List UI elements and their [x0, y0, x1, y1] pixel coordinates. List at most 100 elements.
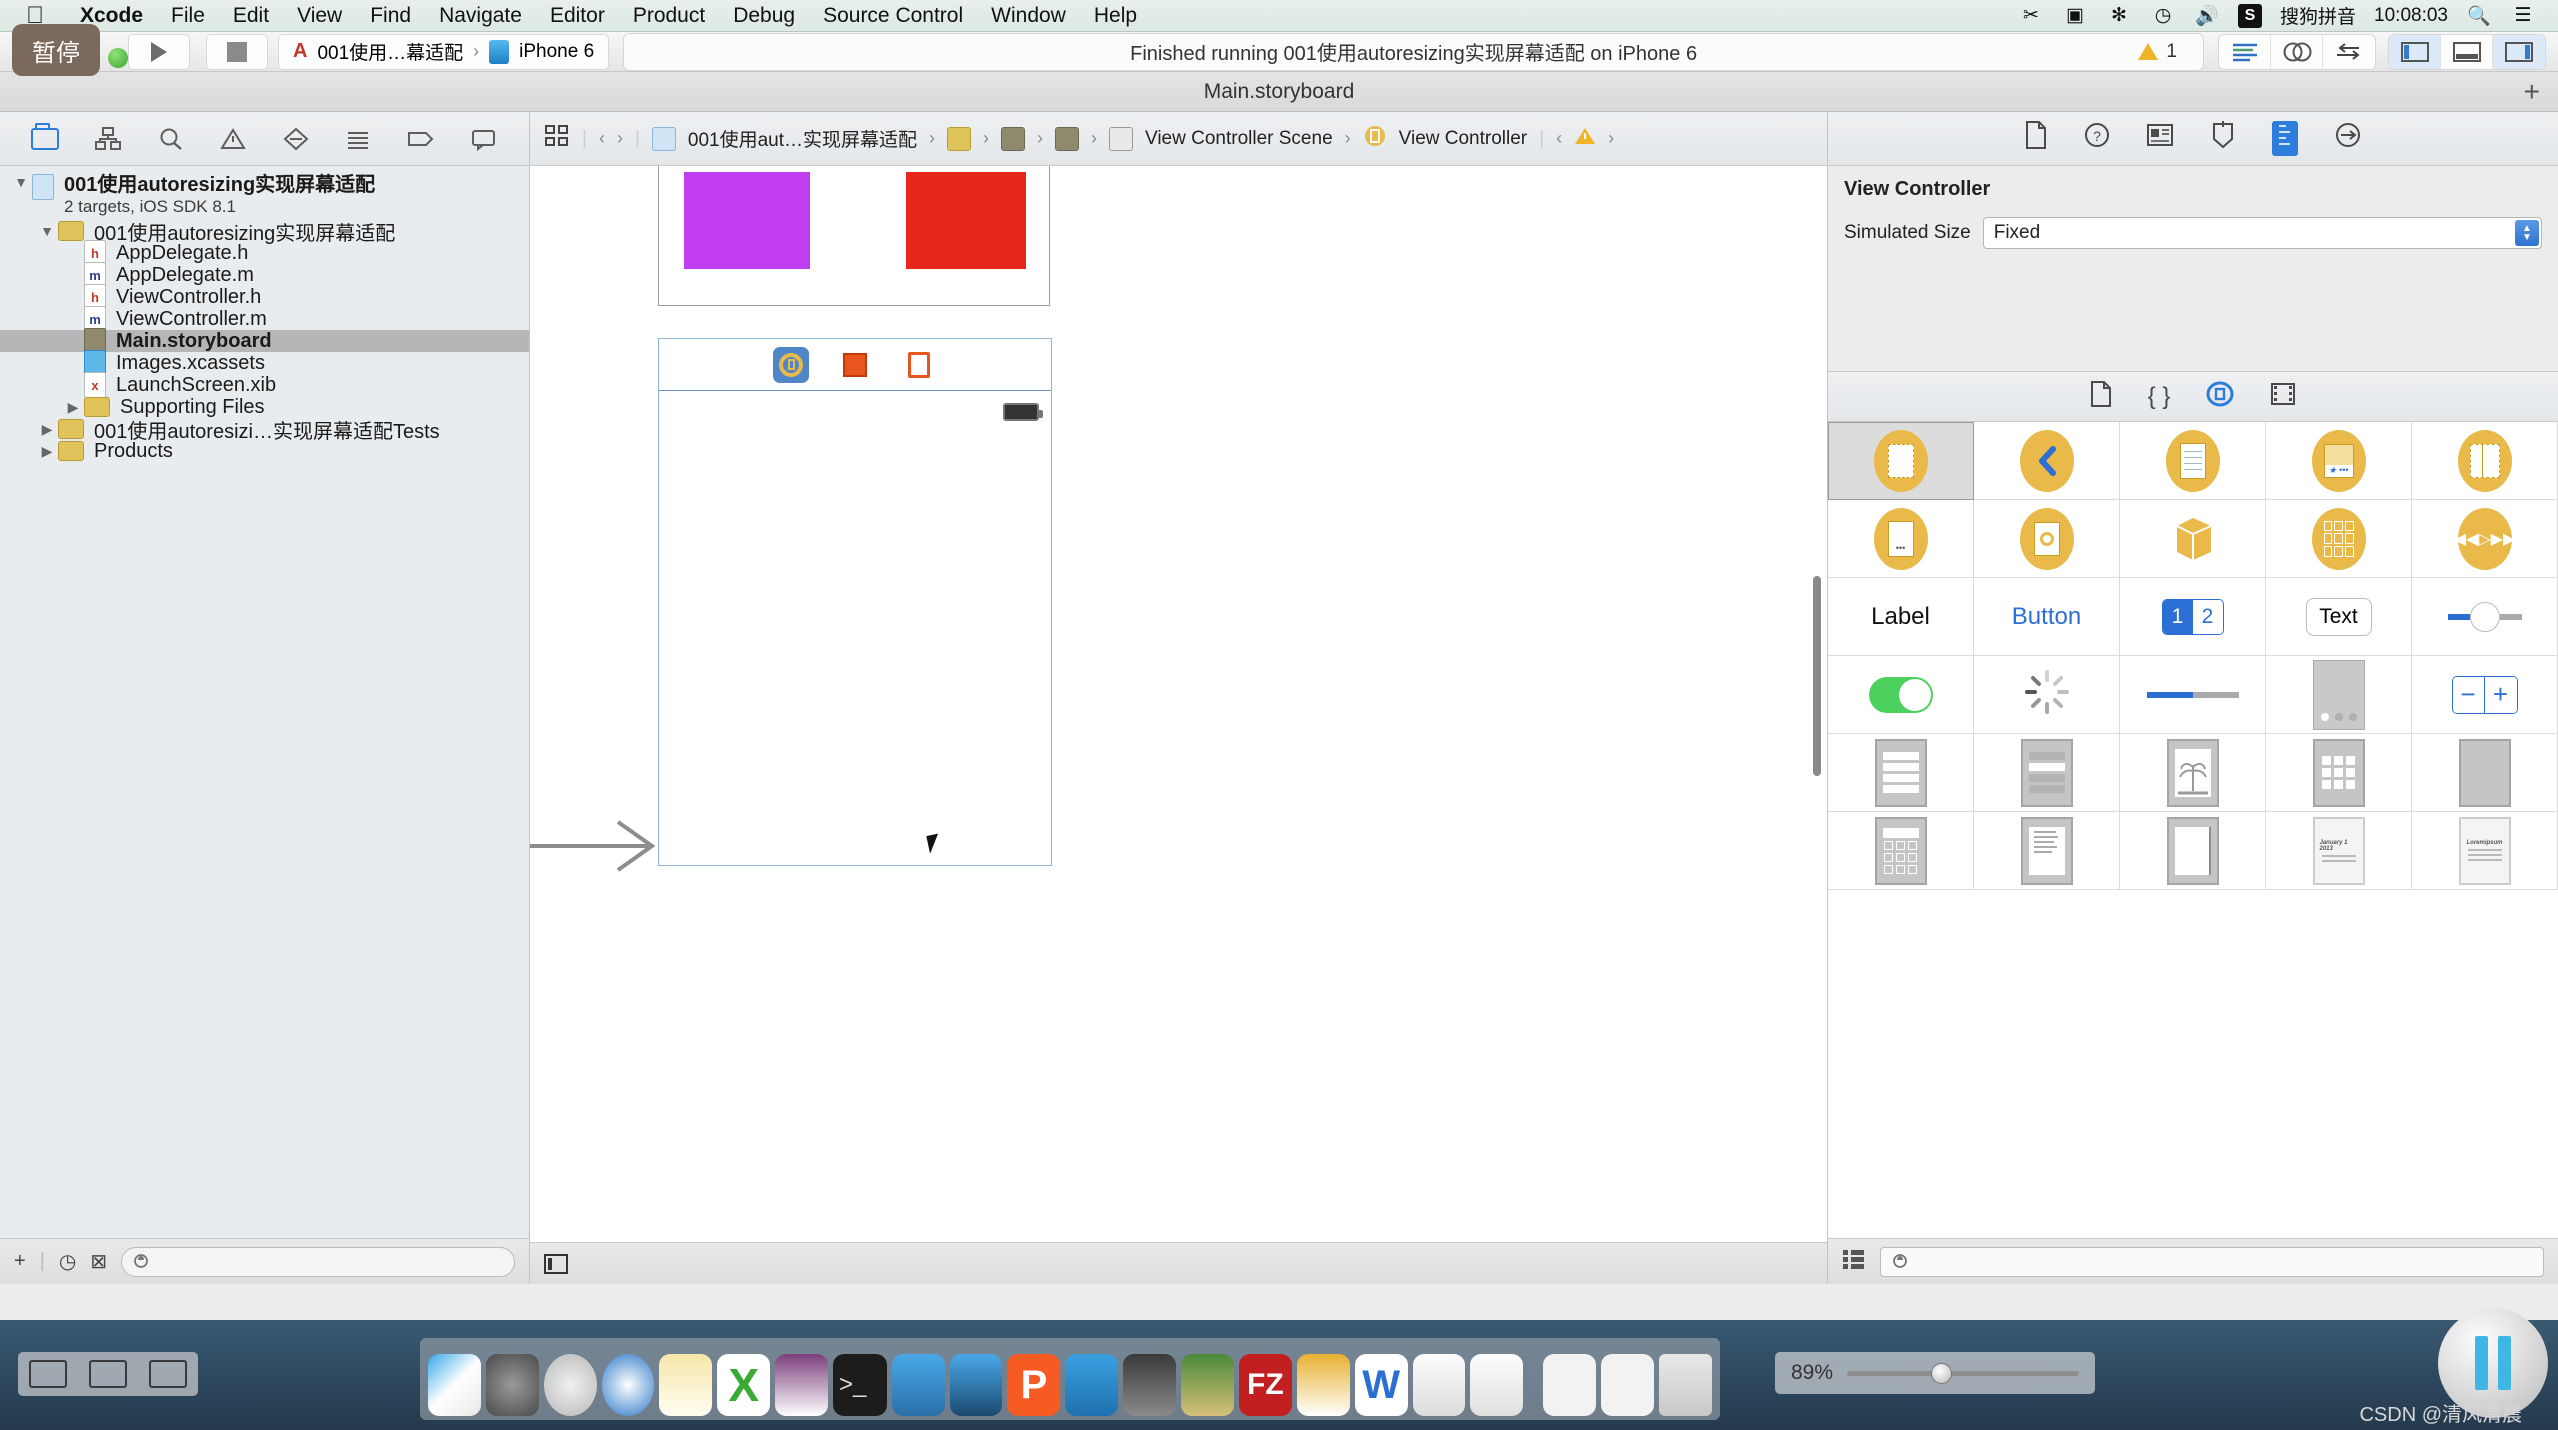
- crumb-scene-label[interactable]: View Controller Scene: [1145, 128, 1333, 150]
- active-tab-title[interactable]: Main.storyboard: [1204, 80, 1355, 104]
- stop-button[interactable]: [206, 33, 268, 70]
- screen-recording-icon[interactable]: ▣: [2062, 4, 2088, 27]
- symbol-navigator-tab[interactable]: [86, 120, 130, 158]
- dock-item-downloads[interactable]: [1543, 1354, 1597, 1416]
- library-item-text-field[interactable]: Text: [2266, 578, 2412, 656]
- jumpbar-warning-icon[interactable]: [1574, 126, 1596, 152]
- identity-inspector-tab[interactable]: [2146, 122, 2174, 155]
- navigator-row-6[interactable]: Main.storyboard: [0, 328, 529, 354]
- assistant-editor-button[interactable]: [2271, 34, 2323, 69]
- library-item-collection-view[interactable]: [2266, 734, 2412, 812]
- library-item-collection-view-controller[interactable]: [2266, 500, 2412, 578]
- menu-item-navigate[interactable]: Navigate: [425, 4, 536, 28]
- library-item-table-view[interactable]: [1828, 734, 1974, 812]
- code-snippet-library-tab[interactable]: { }: [2148, 383, 2171, 411]
- crumb-vc-label[interactable]: View Controller: [1399, 128, 1527, 150]
- red-square-view[interactable]: [906, 172, 1026, 269]
- dock-item-sketchbook[interactable]: [1296, 1354, 1350, 1416]
- disclosure-triangle[interactable]: ▶: [36, 443, 58, 460]
- dock-item-finder[interactable]: [428, 1354, 481, 1416]
- navigator-row-10[interactable]: ▶ 001使用autoresizi…实现屏幕适配Tests: [0, 418, 529, 443]
- scissors-icon[interactable]: ✂: [2018, 4, 2044, 27]
- crumb-file2-icon[interactable]: [1055, 126, 1079, 151]
- disclosure-triangle[interactable]: ▼: [36, 223, 58, 239]
- library-item-image-view[interactable]: [2120, 734, 2266, 812]
- library-item-slider[interactable]: [2412, 578, 2558, 656]
- find-navigator-tab[interactable]: [149, 120, 193, 158]
- dock-item-xcode[interactable]: [891, 1354, 945, 1416]
- debug-navigator-tab[interactable]: [336, 120, 380, 158]
- purple-square-view[interactable]: [684, 172, 810, 269]
- recent-files-filter-icon[interactable]: ◷: [59, 1249, 76, 1274]
- first-responder-icon[interactable]: [837, 347, 873, 383]
- library-item-page-control[interactable]: [2266, 656, 2412, 734]
- disclosure-triangle[interactable]: ▼: [10, 174, 32, 190]
- menu-item-debug[interactable]: Debug: [719, 4, 809, 28]
- dock-item-safari[interactable]: [601, 1354, 655, 1416]
- dock-item-onenote[interactable]: [775, 1354, 829, 1416]
- spaces-switcher[interactable]: [18, 1352, 198, 1396]
- jump-bar-forward-button[interactable]: ›: [617, 128, 623, 149]
- jump-bar-back-button[interactable]: ‹: [599, 128, 605, 149]
- library-item-tab-bar-controller[interactable]: ★ •••: [2266, 422, 2412, 500]
- library-item-object[interactable]: [2120, 500, 2266, 578]
- library-item-text-view[interactable]: [1828, 812, 1974, 890]
- menu-item-file[interactable]: File: [157, 4, 219, 28]
- file-inspector-tab[interactable]: [2024, 121, 2048, 156]
- menu-item-editor[interactable]: Editor: [536, 4, 619, 28]
- dock-item-launchpad[interactable]: [543, 1354, 597, 1416]
- library-item-scroll-view[interactable]: [1974, 812, 2120, 890]
- library-item-collection-reusable-view[interactable]: [2412, 734, 2558, 812]
- navigator-row-5[interactable]: m ViewController.m: [0, 306, 529, 332]
- navigator-row-1[interactable]: ▼ 001使用autoresizing实现屏幕适配: [0, 220, 529, 245]
- menu-item-view[interactable]: View: [283, 4, 356, 28]
- issue-prev-button[interactable]: ‹: [1556, 128, 1562, 149]
- library-item-table-view-controller[interactable]: [2120, 422, 2266, 500]
- library-item-segmented-control[interactable]: 1 2: [2120, 578, 2266, 656]
- library-item-switch[interactable]: [1828, 656, 1974, 734]
- toggle-utilities-button[interactable]: [2493, 34, 2545, 69]
- menu-item-product[interactable]: Product: [619, 4, 719, 28]
- library-item-web-view[interactable]: Loremipsum: [2412, 812, 2558, 890]
- dock-item-textedit[interactable]: [1412, 1354, 1466, 1416]
- library-item-stepper[interactable]: − +: [2412, 656, 2558, 734]
- breakpoint-navigator-tab[interactable]: [399, 120, 443, 158]
- menu-item-help[interactable]: Help: [1080, 4, 1151, 28]
- menu-item-find[interactable]: Find: [356, 4, 425, 28]
- related-items-icon[interactable]: [544, 124, 570, 154]
- scene-bottom-viewcontroller[interactable]: [658, 338, 1052, 866]
- project-navigator-tab[interactable]: [23, 120, 67, 158]
- navigator-row-7[interactable]: Images.xcassets: [0, 350, 529, 376]
- dock-item-recent[interactable]: [1601, 1354, 1655, 1416]
- crumb-folder-icon[interactable]: [947, 126, 971, 151]
- dock-item-imovie[interactable]: [1123, 1354, 1177, 1416]
- dock-item-system-preferences[interactable]: [485, 1354, 539, 1416]
- disclosure-triangle[interactable]: ▶: [62, 399, 84, 416]
- library-item-avkit-player-controller[interactable]: ◀◀▷▶▶: [2412, 500, 2558, 578]
- scheme-selector[interactable]: A 001使用…幕适配 › iPhone 6: [278, 33, 610, 70]
- menu-item-source-control[interactable]: Source Control: [809, 4, 977, 28]
- report-navigator-tab[interactable]: [462, 120, 506, 158]
- connections-inspector-tab[interactable]: [2334, 121, 2362, 156]
- dock-item-filezilla[interactable]: FZ: [1238, 1354, 1292, 1416]
- dock-item-preview[interactable]: [1470, 1354, 1524, 1416]
- object-library-tab[interactable]: [2206, 380, 2234, 414]
- quick-help-inspector-tab[interactable]: ?: [2084, 121, 2110, 156]
- issue-navigator-tab[interactable]: [211, 120, 255, 158]
- library-filter-input[interactable]: [1880, 1246, 2544, 1277]
- warning-badge[interactable]: 1: [2138, 41, 2177, 63]
- simulated-size-select[interactable]: Fixed ▲ ▼: [1982, 217, 2542, 249]
- test-navigator-tab[interactable]: [274, 120, 318, 158]
- mission-control-icon[interactable]: [29, 1360, 67, 1388]
- pause-overlay-button[interactable]: 暂停: [12, 24, 100, 76]
- add-tab-button[interactable]: +: [2524, 76, 2540, 108]
- dock-item-pages[interactable]: P: [1007, 1354, 1061, 1416]
- library-item-progress-view[interactable]: [2120, 656, 2266, 734]
- library-item-page-view-controller[interactable]: •••: [1828, 500, 1974, 578]
- notification-center-icon[interactable]: ☰: [2510, 4, 2536, 27]
- library-item-split-view-controller[interactable]: [2412, 422, 2558, 500]
- library-view-mode-icon[interactable]: [1842, 1248, 1866, 1276]
- dock-item-feather[interactable]: [1181, 1354, 1234, 1416]
- unsaved-files-filter-icon[interactable]: ⊠: [90, 1249, 107, 1274]
- navigator-filter-input[interactable]: [121, 1246, 515, 1277]
